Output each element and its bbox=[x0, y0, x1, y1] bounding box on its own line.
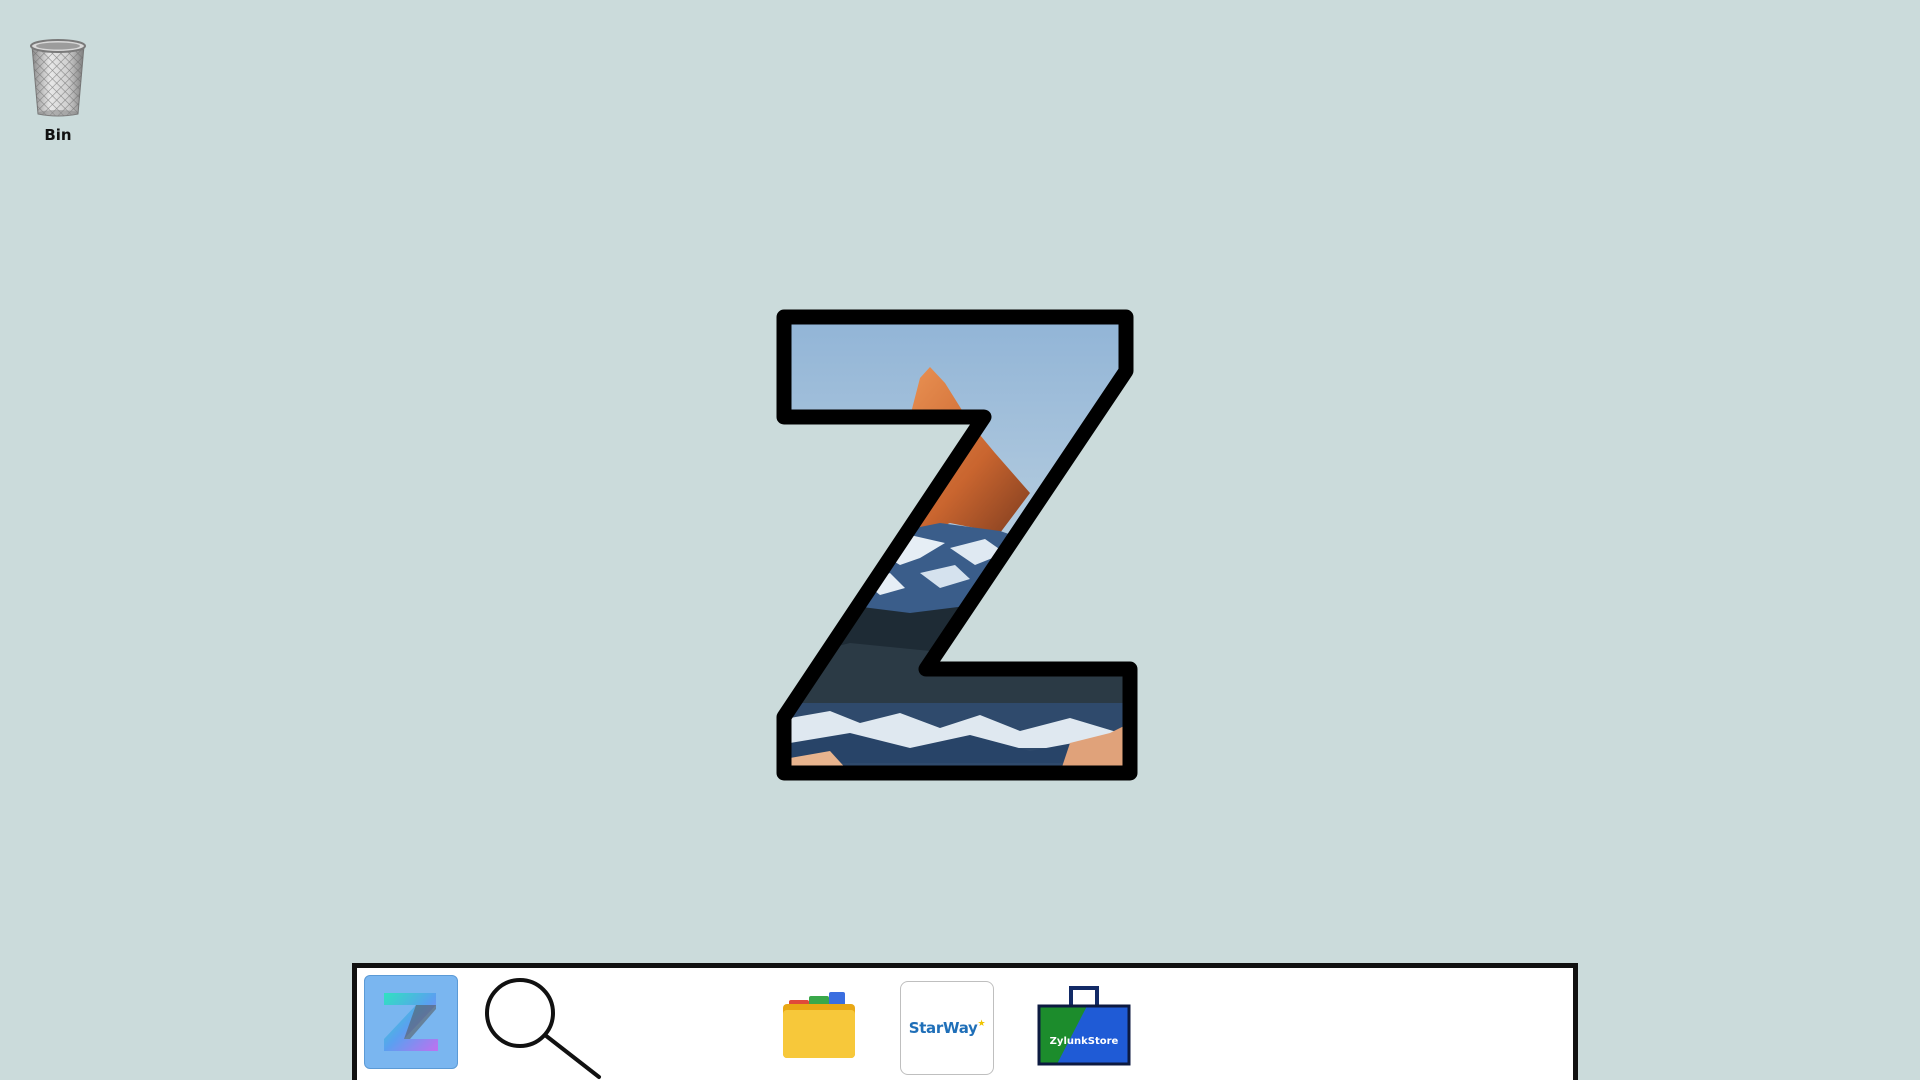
search-icon bbox=[485, 978, 601, 1079]
desktop-icon-label: Bin bbox=[44, 126, 72, 144]
z-app-icon bbox=[384, 993, 438, 1051]
desktop-icon-bin[interactable]: Bin bbox=[22, 36, 94, 144]
store-bag-icon bbox=[1037, 986, 1131, 1066]
z-mountain-logo bbox=[776, 309, 1138, 781]
starway-browser-icon: StarWay★ bbox=[908, 1019, 986, 1037]
folder-icon bbox=[783, 992, 855, 1058]
trash-bin-icon bbox=[30, 39, 86, 117]
taskbar-store[interactable]: ZylunkStore bbox=[1037, 986, 1131, 1066]
taskbar-search[interactable] bbox=[483, 978, 605, 1080]
store-label: ZylunkStore bbox=[1049, 1036, 1119, 1047]
taskbar: StarWay★ ZylunkStore bbox=[352, 963, 1578, 1080]
taskbar-z-app[interactable] bbox=[364, 975, 458, 1069]
taskbar-starway[interactable]: StarWay★ bbox=[900, 981, 994, 1075]
taskbar-files[interactable] bbox=[781, 990, 857, 1060]
